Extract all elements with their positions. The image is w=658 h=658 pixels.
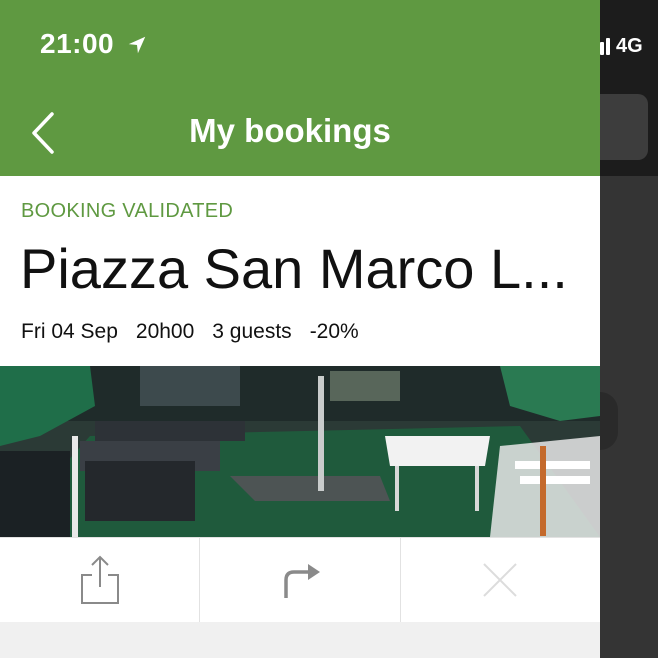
booking-screen: 21:00 My bookings BOOKING VALIDATED Piaz… [0, 0, 600, 658]
booking-actions [0, 537, 600, 623]
directions-button[interactable] [200, 538, 401, 622]
share-button[interactable] [0, 538, 201, 622]
booking-time: 20h00 [135, 320, 195, 343]
location-arrow-icon [128, 36, 146, 54]
booking-discount: -20% [309, 320, 359, 343]
restaurant-terrace-photo[interactable] [0, 366, 600, 537]
booking-details: Fri 04 Sep 20h00 3 guests -20% [21, 320, 359, 344]
booking-status: BOOKING VALIDATED [21, 200, 234, 222]
redirect-arrow-icon [284, 564, 320, 598]
booking-date: Fri 04 Sep [21, 320, 118, 343]
photo-illustration [0, 366, 600, 537]
status-time: 21:00 [40, 28, 115, 59]
page-title: My bookings [189, 112, 391, 149]
booking-guests: 3 guests [212, 320, 292, 343]
cancel-booking-button[interactable] [401, 538, 600, 622]
adjacent-screen [600, 0, 658, 658]
app-header: 21:00 My bookings [0, 0, 600, 176]
adjacent-screen-shape [600, 392, 618, 450]
close-icon [483, 563, 518, 597]
page-footer [0, 622, 600, 658]
network-type: 4G [616, 34, 643, 57]
adjacent-screen-card [600, 94, 648, 160]
share-icon [80, 555, 119, 604]
venue-name[interactable]: Piazza San Marco L... [20, 236, 590, 301]
